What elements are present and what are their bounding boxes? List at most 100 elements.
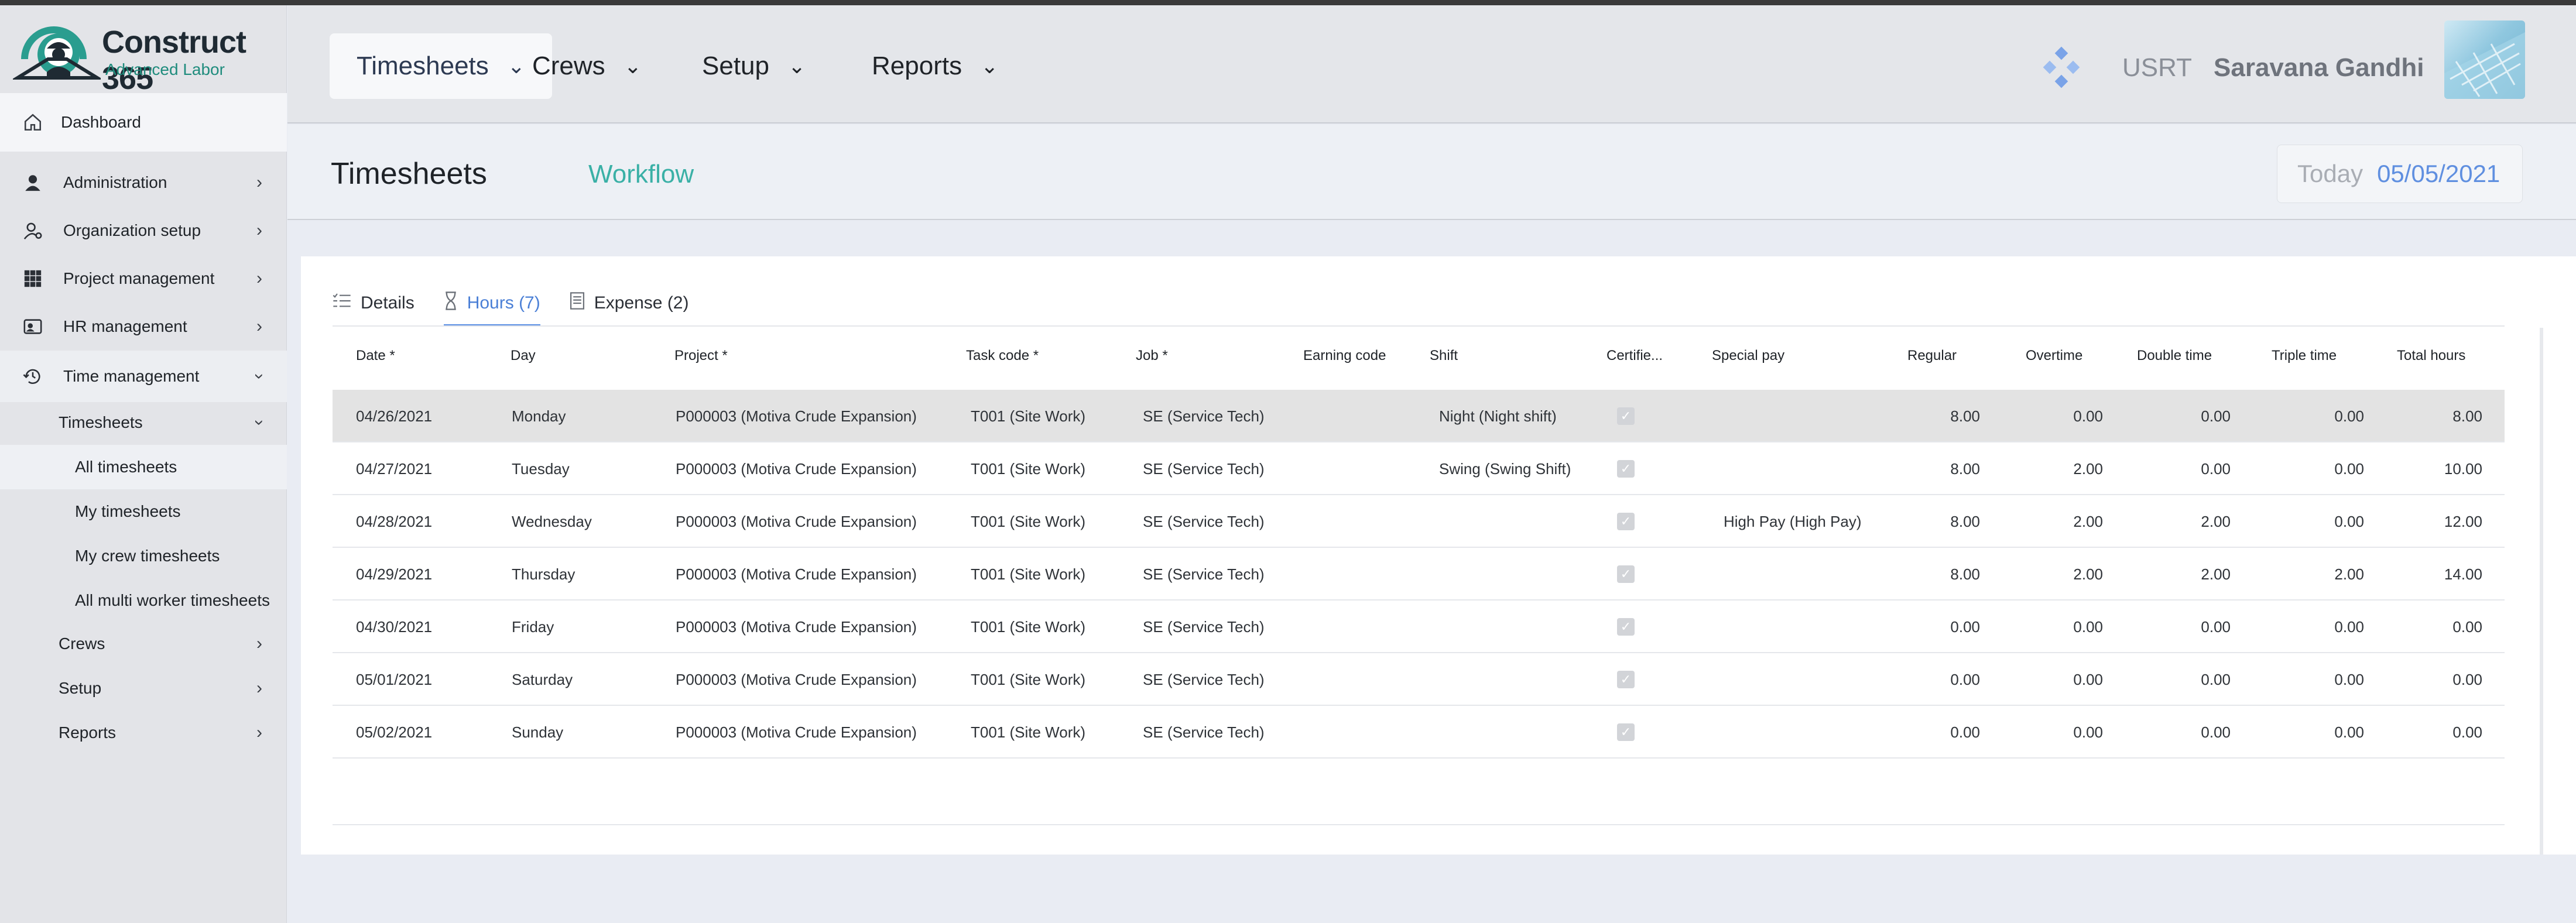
sidebar-item-label: My timesheets [75,502,181,520]
column-header-task-code[interactable]: Task code * [966,348,1039,364]
menu-setup[interactable]: Setup ⌄ [675,33,833,99]
column-header-shift[interactable]: Shift [1430,348,1458,364]
sidebar-item-dashboard[interactable]: Dashboard [0,93,287,152]
chevron-right-icon: › [256,269,262,288]
table-row[interactable]: 04/26/2021 Monday P000003 (Motiva Crude … [333,390,2505,442]
cell-triple-time: 0.00 [2334,459,2364,478]
sidebar-item-hr-management[interactable]: HR management › [0,303,287,351]
cell-triple-time: 0.00 [2334,407,2364,425]
cell-day: Wednesday [512,512,592,530]
certified-checkbox[interactable]: ✓ [1617,671,1635,688]
table-row[interactable]: 05/01/2021 Saturday P000003 (Motiva Crud… [333,653,2505,706]
chevron-right-icon: › [256,221,262,240]
column-header-double-time[interactable]: Double time [2137,348,2212,364]
column-header-certified[interactable]: Certifie... [1606,348,1663,364]
sidebar-item-my-crew-timesheets[interactable]: My crew timesheets [0,534,287,578]
table-row[interactable]: 05/02/2021 Sunday P000003 (Motiva Crude … [333,706,2505,759]
chevron-right-icon: › [256,678,262,698]
table-row[interactable]: 04/28/2021 Wednesday P000003 (Motiva Cru… [333,495,2505,548]
table-row[interactable]: 04/29/2021 Thursday P000003 (Motiva Crud… [333,548,2505,601]
cell-task-code: T001 (Site Work) [971,459,1086,478]
sidebar-item-all-multi-worker-timesheets[interactable]: All multi worker timesheets [0,578,287,623]
tab-expense[interactable]: Expense (2) [570,280,688,327]
sidebar-item-label: My crew timesheets [75,547,220,565]
menu-label: Reports [872,52,962,80]
sidebar-item-my-timesheets[interactable]: My timesheets [0,489,287,534]
menu-crews[interactable]: Crews ⌄ [505,33,669,99]
sidebar-item-label: Dashboard [61,113,141,131]
app-logo[interactable]: Construct 365 Advanced Labor [13,18,282,96]
person-icon [22,172,43,193]
cell-day: Saturday [512,670,573,688]
column-header-project[interactable]: Project * [674,348,728,364]
certified-checkbox[interactable]: ✓ [1617,565,1635,583]
home-icon [22,112,43,133]
cell-project: P000003 (Motiva Crude Expansion) [676,512,917,530]
sidebar-item-label: All multi worker timesheets [75,591,270,609]
sidebar-item-all-timesheets[interactable]: All timesheets [0,445,287,489]
column-header-earning-code[interactable]: Earning code [1303,348,1386,364]
certified-checkbox[interactable]: ✓ [1617,723,1635,741]
sidebar: Construct 365 Advanced Labor Dashboard A… [0,5,287,923]
cell-double-time: 2.00 [2201,565,2231,583]
column-header-day[interactable]: Day [511,348,536,364]
cell-overtime: 0.00 [2073,407,2103,425]
cell-shift: Night (Night shift) [1439,407,1557,425]
cell-double-time: 2.00 [2201,512,2231,530]
column-header-regular[interactable]: Regular [1907,348,1957,364]
top-header: Timesheets ⌄ Crews ⌄ Setup ⌄ Reports ⌄ U… [287,5,2576,123]
tab-details[interactable]: Details [333,280,415,327]
table-row[interactable]: 04/30/2021 Friday P000003 (Motiva Crude … [333,601,2505,653]
cell-shift: Swing (Swing Shift) [1439,459,1571,478]
cell-task-code: T001 (Site Work) [971,617,1086,636]
certified-checkbox[interactable]: ✓ [1617,513,1635,530]
menu-reports[interactable]: Reports ⌄ [845,33,1025,99]
cell-triple-time: 0.00 [2334,670,2364,688]
sidebar-item-label: HR management [63,317,187,335]
cell-job: SE (Service Tech) [1143,512,1265,530]
avatar[interactable] [2444,20,2525,99]
workflow-link[interactable]: Workflow [588,160,694,189]
sidebar-item-reports[interactable]: Reports › [0,711,287,755]
id-card-icon [22,316,43,337]
chevron-right-icon: › [256,173,262,192]
sidebar-item-setup[interactable]: Setup › [0,666,287,711]
tab-label: Details [361,293,415,313]
column-header-overtime[interactable]: Overtime [2026,348,2082,364]
cell-job: SE (Service Tech) [1143,617,1265,636]
app-switcher-icon[interactable] [2038,44,2085,91]
user-name[interactable]: Saravana Gandhi [2214,53,2424,83]
sidebar-item-administration[interactable]: Administration › [0,159,287,207]
logo-subtitle: Advanced Labor [105,60,225,78]
cell-date: 04/28/2021 [356,512,433,530]
sidebar-item-label: Time management [63,367,200,385]
certified-checkbox[interactable]: ✓ [1617,460,1635,478]
certified-checkbox[interactable]: ✓ [1617,618,1635,636]
cell-total-hours: 12.00 [2444,512,2482,530]
receipt-icon [570,292,585,314]
tab-hours[interactable]: Hours (7) [443,280,540,327]
chevron-right-icon: › [256,317,262,336]
table-row[interactable]: 04/27/2021 Tuesday P000003 (Motiva Crude… [333,442,2505,495]
certified-checkbox[interactable]: ✓ [1617,407,1635,425]
sidebar-item-project-management[interactable]: Project management › [0,255,287,303]
sidebar-item-timesheets[interactable]: Timesheets › [0,400,287,445]
sidebar-item-crews[interactable]: Crews › [0,622,287,666]
cell-triple-time: 2.00 [2334,565,2364,583]
column-header-total-hours[interactable]: Total hours [2397,348,2465,364]
column-header-date[interactable]: Date * [356,348,395,364]
cell-overtime: 2.00 [2073,459,2103,478]
column-header-triple-time[interactable]: Triple time [2272,348,2337,364]
vertical-scrollbar[interactable] [2540,328,2543,855]
sidebar-item-label: Setup [59,679,102,697]
chevron-down-icon: ⌄ [624,54,642,78]
cell-triple-time: 0.00 [2334,617,2364,636]
column-header-job[interactable]: Job * [1136,348,1168,364]
sidebar-item-time-management[interactable]: Time management › [0,352,287,400]
cell-overtime: 2.00 [2073,512,2103,530]
column-header-special-pay[interactable]: Special pay [1712,348,1784,364]
cell-total-hours: 8.00 [2452,407,2482,425]
cell-day: Tuesday [512,459,570,478]
sidebar-item-organization-setup[interactable]: Organization setup › [0,207,287,255]
today-date: 05/05/2021 [2377,160,2500,187]
